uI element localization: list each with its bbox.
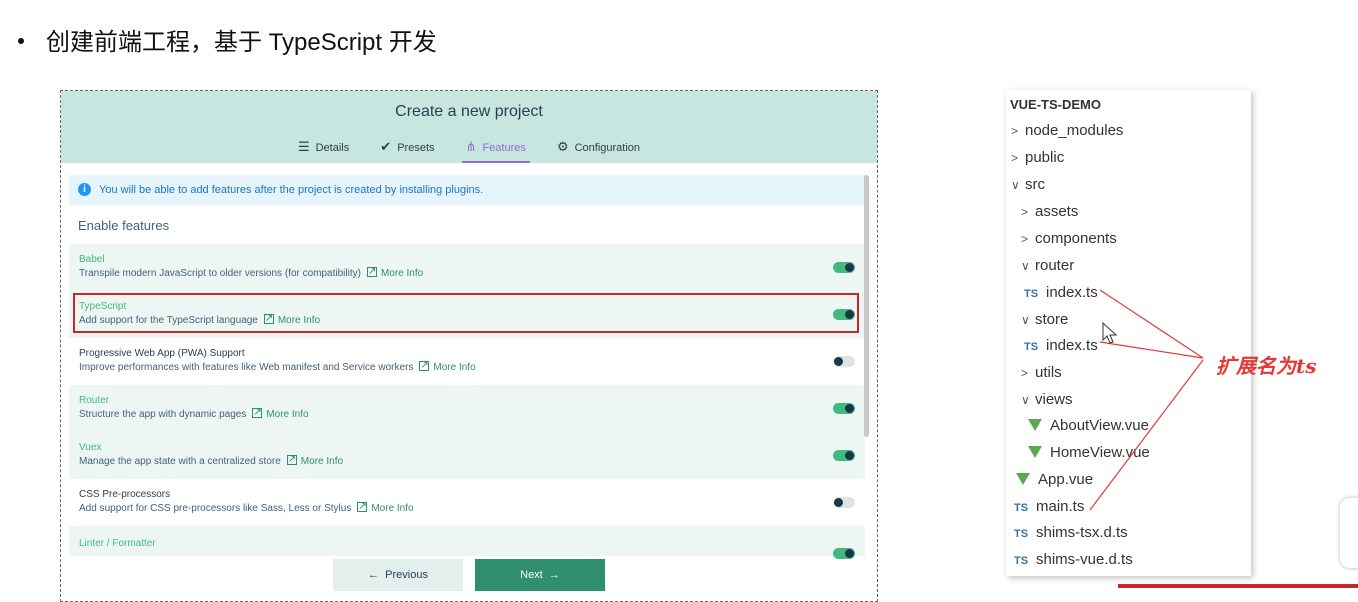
edge-card (1340, 498, 1358, 568)
annotation-line-main-ts (1089, 359, 1204, 511)
bottom-red-bar (1118, 584, 1358, 588)
annotation-arrows (1089, 289, 1204, 511)
mouse-cursor-icon (1102, 322, 1118, 344)
annotation-text: 扩展名为ts (1216, 354, 1317, 378)
